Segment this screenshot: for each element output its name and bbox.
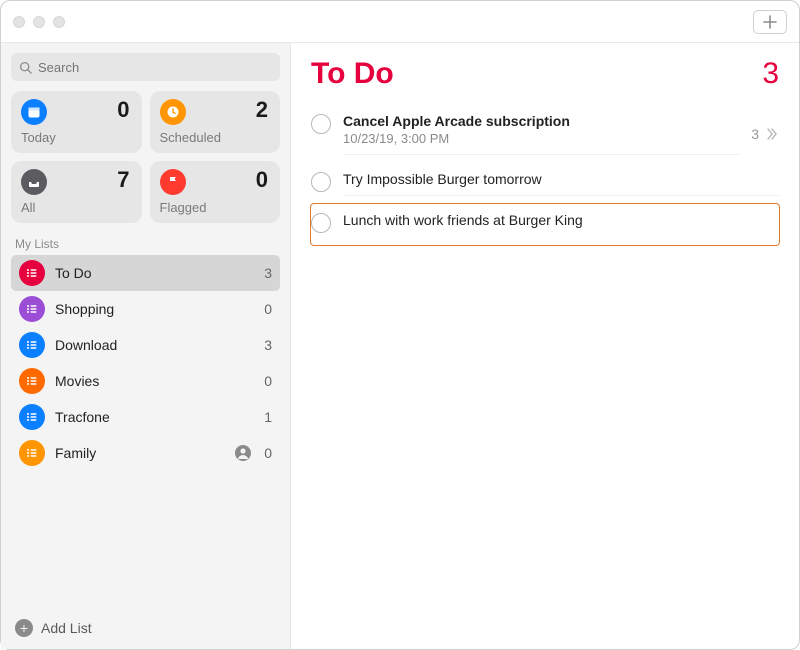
list-bullet-icon — [19, 296, 45, 322]
list-count: 0 — [264, 373, 272, 389]
smart-all-count: 7 — [117, 167, 129, 193]
list-bullet-icon — [19, 404, 45, 430]
list-count: 0 — [264, 301, 272, 317]
subtask-count: 3 — [751, 126, 759, 142]
minimize-window-button[interactable] — [33, 16, 45, 28]
reminder-body: Lunch with work friends at Burger King — [343, 212, 779, 237]
titlebar — [1, 1, 799, 43]
plus-icon — [763, 15, 777, 29]
add-reminder-button[interactable] — [753, 10, 787, 34]
list-bullet-icon — [19, 332, 45, 358]
tray-icon — [21, 169, 47, 195]
sidebar: 0 Today 2 Scheduled 7 All — [1, 43, 291, 649]
my-lists: To Do 3 Shopping 0 Download 3 Movies 0 Tracfone 1… — [11, 255, 280, 471]
reminders-list: Cancel Apple Arcade subscription 10/23/1… — [311, 105, 779, 245]
chevron-right-icon — [765, 128, 777, 140]
calendar-icon — [21, 99, 47, 125]
smart-flagged-count: 0 — [256, 167, 268, 193]
list-count: 3 — [264, 337, 272, 353]
smart-lists-grid: 0 Today 2 Scheduled 7 All — [11, 91, 280, 223]
reminder-item[interactable]: Try Impossible Burger tomorrow — [311, 163, 779, 204]
sidebar-list-item[interactable]: Tracfone 1 — [11, 399, 280, 435]
complete-toggle[interactable] — [311, 114, 331, 134]
list-bullet-icon — [19, 440, 45, 466]
smart-all[interactable]: 7 All — [11, 161, 142, 223]
list-count: 3 — [264, 265, 272, 281]
smart-today-label: Today — [21, 130, 56, 145]
list-header: To Do 3 — [311, 57, 779, 91]
my-lists-label: My Lists — [15, 237, 276, 251]
search-icon — [19, 61, 32, 74]
list-name: Family — [55, 445, 224, 461]
add-list-button[interactable]: + Add List — [11, 613, 280, 641]
flag-icon — [160, 169, 186, 195]
plus-circle-icon: + — [15, 619, 33, 637]
app-window: 0 Today 2 Scheduled 7 All — [0, 0, 800, 650]
search-field[interactable] — [11, 53, 280, 81]
complete-toggle[interactable] — [311, 213, 331, 233]
smart-flagged-label: Flagged — [160, 200, 207, 215]
zoom-window-button[interactable] — [53, 16, 65, 28]
list-bullet-icon — [19, 260, 45, 286]
smart-today[interactable]: 0 Today — [11, 91, 142, 153]
sidebar-list-item[interactable]: Family 0 — [11, 435, 280, 471]
complete-toggle[interactable] — [311, 172, 331, 192]
sidebar-list-item[interactable]: Movies 0 — [11, 363, 280, 399]
sidebar-list-item[interactable]: Shopping 0 — [11, 291, 280, 327]
list-name: Download — [55, 337, 254, 353]
window-controls — [13, 16, 65, 28]
reminder-item[interactable]: Cancel Apple Arcade subscription 10/23/1… — [311, 105, 779, 163]
sidebar-list-item[interactable]: Download 3 — [11, 327, 280, 363]
list-count: 1 — [264, 409, 272, 425]
list-name: Tracfone — [55, 409, 254, 425]
smart-scheduled-count: 2 — [256, 97, 268, 123]
content-body: 0 Today 2 Scheduled 7 All — [1, 43, 799, 649]
add-list-label: Add List — [41, 620, 92, 636]
list-title: To Do — [311, 57, 762, 91]
smart-scheduled-label: Scheduled — [160, 130, 221, 145]
reminder-body: Try Impossible Burger tomorrow — [343, 171, 779, 196]
reminder-title: Lunch with work friends at Burger King — [343, 212, 779, 228]
list-bullet-icon — [19, 368, 45, 394]
reminder-title: Try Impossible Burger tomorrow — [343, 171, 779, 187]
reminder-subtitle: 10/23/19, 3:00 PM — [343, 131, 739, 146]
list-name: Movies — [55, 373, 254, 389]
reminder-item-selected[interactable]: Lunch with work friends at Burger King — [311, 204, 779, 245]
sidebar-list-item[interactable]: To Do 3 — [11, 255, 280, 291]
list-name: Shopping — [55, 301, 254, 317]
smart-scheduled[interactable]: 2 Scheduled — [150, 91, 281, 153]
subtasks-indicator[interactable]: 3 — [751, 113, 779, 155]
main-panel: To Do 3 Cancel Apple Arcade subscription… — [291, 43, 799, 649]
close-window-button[interactable] — [13, 16, 25, 28]
search-input[interactable] — [38, 60, 272, 75]
list-total-count: 3 — [762, 57, 779, 91]
reminder-body: Cancel Apple Arcade subscription 10/23/1… — [343, 113, 739, 155]
smart-flagged[interactable]: 0 Flagged — [150, 161, 281, 223]
clock-icon — [160, 99, 186, 125]
shared-icon — [234, 444, 254, 462]
reminder-title: Cancel Apple Arcade subscription — [343, 113, 739, 129]
smart-all-label: All — [21, 200, 35, 215]
list-count: 0 — [264, 445, 272, 461]
smart-today-count: 0 — [117, 97, 129, 123]
list-name: To Do — [55, 265, 254, 281]
